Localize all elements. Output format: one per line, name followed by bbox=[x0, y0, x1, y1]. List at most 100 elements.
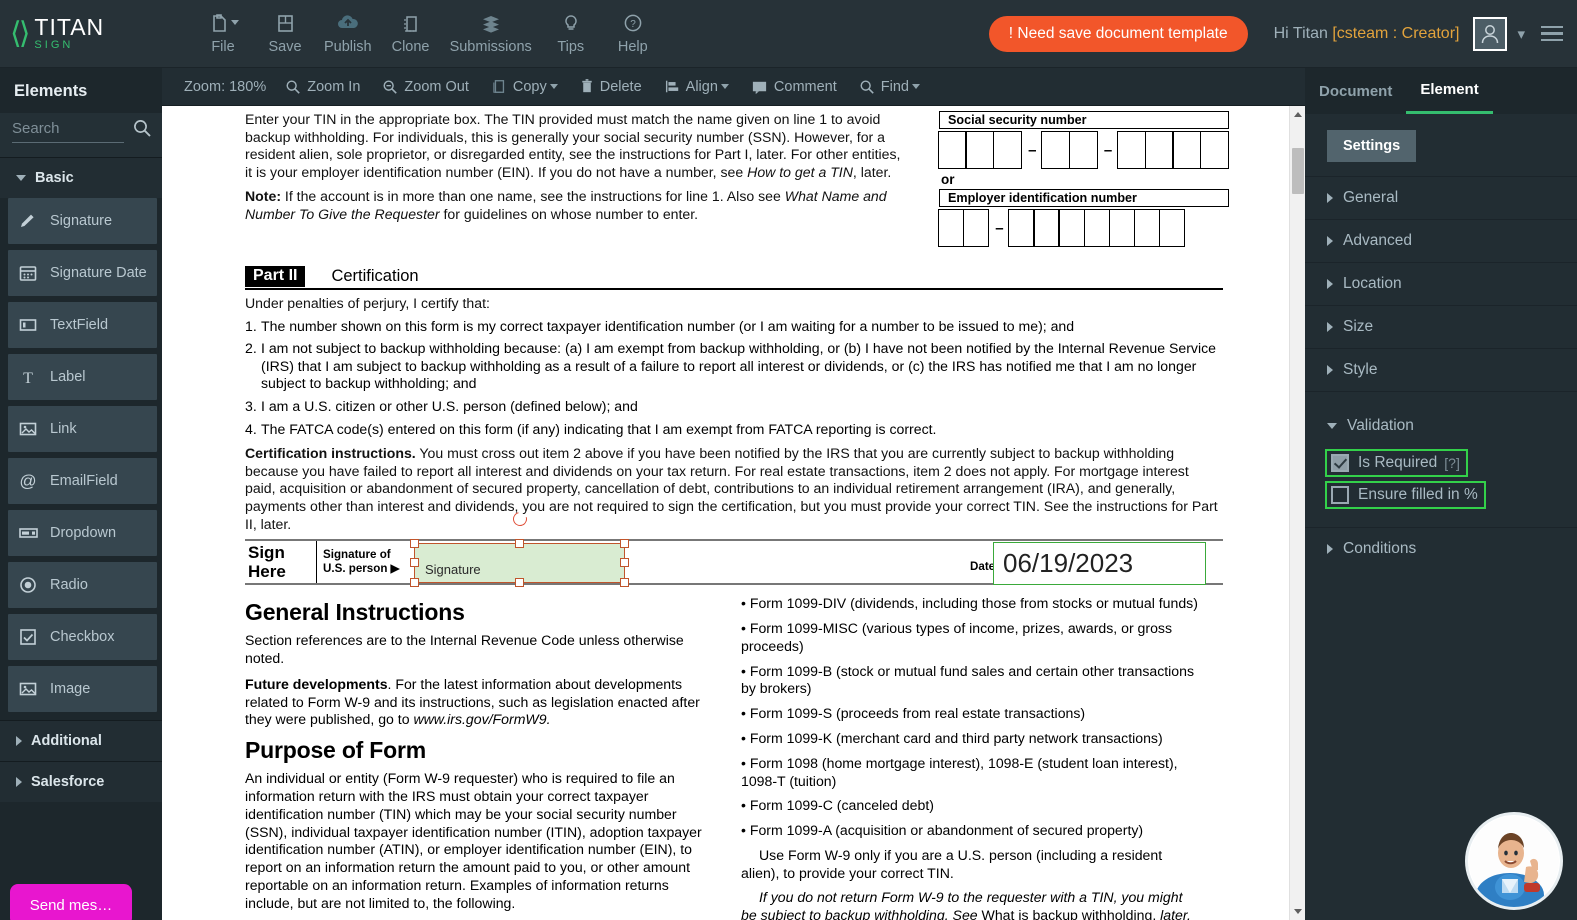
tin-note-paragraph: Note: If the account is in more than one… bbox=[245, 188, 905, 223]
resize-handle-middle-right[interactable] bbox=[620, 558, 629, 568]
nav-item-publish[interactable]: Publish bbox=[316, 8, 380, 55]
align-button[interactable]: Align bbox=[653, 78, 740, 95]
section-style[interactable]: Style bbox=[1305, 348, 1577, 391]
need-save-document-template-button[interactable]: ! Need save document template bbox=[988, 15, 1248, 52]
top-app-bar: ⟨⟩ TITAN SIGN File Save Publish Clone Su… bbox=[0, 0, 1577, 68]
nav-item-tips[interactable]: Tips bbox=[540, 8, 602, 55]
ein-cell[interactable] bbox=[1158, 209, 1186, 247]
scrollbar-thumb[interactable] bbox=[1292, 148, 1304, 194]
find-button[interactable]: Find bbox=[848, 79, 931, 95]
ssn-cell[interactable] bbox=[1172, 131, 1202, 169]
ssn-cell[interactable] bbox=[1199, 131, 1230, 169]
tab-element[interactable]: Element bbox=[1406, 68, 1493, 114]
panel-spacer bbox=[1305, 391, 1577, 405]
nav-item-save[interactable]: Save bbox=[254, 8, 316, 55]
signature-element-selected[interactable]: Signature bbox=[410, 509, 629, 588]
zoom-in-button[interactable]: Zoom In bbox=[274, 79, 371, 95]
is-required-row[interactable]: Is Required [?] bbox=[1325, 449, 1468, 477]
document-vertical-scrollbar[interactable] bbox=[1289, 106, 1305, 920]
ein-cell[interactable] bbox=[1083, 209, 1110, 247]
ssn-boxes[interactable]: – – bbox=[937, 131, 1230, 169]
ein-cell[interactable] bbox=[1108, 209, 1136, 247]
scroll-down-arrow-icon[interactable] bbox=[1294, 909, 1302, 914]
is-required-checkbox[interactable] bbox=[1331, 454, 1349, 472]
ssn-cell[interactable] bbox=[1116, 131, 1146, 169]
is-required-help-icon[interactable]: [?] bbox=[1444, 455, 1460, 471]
search-icon[interactable] bbox=[132, 118, 152, 143]
element-item-signature-date[interactable]: Signature Date bbox=[8, 250, 157, 296]
ensure-filled-row[interactable]: Ensure filled in % bbox=[1325, 481, 1486, 509]
scroll-up-arrow-icon[interactable] bbox=[1294, 112, 1302, 117]
ssn-cell[interactable] bbox=[1041, 131, 1071, 169]
avatar-chevron-down-icon[interactable]: ▾ bbox=[1517, 25, 1525, 43]
nav-item-clone[interactable]: Clone bbox=[380, 8, 442, 55]
resize-handle-bottom-center[interactable] bbox=[514, 578, 524, 588]
element-item-emailfield[interactable]: @ EmailField bbox=[8, 458, 157, 504]
sidebar-group-salesforce[interactable]: Salesforce bbox=[0, 761, 162, 802]
comment-button[interactable]: Comment bbox=[740, 79, 848, 95]
chevron-down-icon bbox=[1327, 423, 1337, 429]
section-location[interactable]: Location bbox=[1305, 262, 1577, 305]
resize-handle-bottom-right[interactable] bbox=[620, 578, 629, 588]
element-item-dropdown[interactable]: Dropdown bbox=[8, 510, 157, 556]
dropdown-icon bbox=[18, 523, 48, 543]
send-message-button[interactable]: Send mes… bbox=[10, 884, 132, 920]
zoom-out-button[interactable]: Zoom Out bbox=[371, 79, 479, 95]
resize-handle-top-right[interactable] bbox=[620, 539, 629, 549]
ssn-cell[interactable] bbox=[993, 131, 1023, 169]
ssn-cell[interactable] bbox=[1068, 131, 1098, 169]
section-conditions[interactable]: Conditions bbox=[1305, 527, 1577, 570]
toolbar-label: Copy bbox=[512, 78, 547, 95]
resize-handle-top-left[interactable] bbox=[410, 539, 419, 549]
nav-item-help[interactable]: ? Help bbox=[602, 8, 664, 55]
avatar[interactable] bbox=[1473, 16, 1508, 51]
ein-cell[interactable] bbox=[1133, 209, 1161, 247]
ein-boxes[interactable]: – bbox=[937, 209, 1229, 247]
resize-handle-middle-left[interactable] bbox=[410, 558, 419, 568]
element-label: Checkbox bbox=[50, 629, 115, 645]
section-advanced[interactable]: Advanced bbox=[1305, 219, 1577, 262]
element-label: EmailField bbox=[50, 473, 118, 489]
nav-item-submissions[interactable]: Submissions bbox=[442, 8, 540, 55]
ssn-cell[interactable] bbox=[937, 131, 967, 169]
document-canvas[interactable]: Enter your TIN in the appropriate box. T… bbox=[162, 106, 1305, 920]
resize-handle-top-center[interactable] bbox=[514, 539, 524, 549]
ein-cell[interactable] bbox=[1008, 209, 1035, 247]
section-general[interactable]: General bbox=[1305, 176, 1577, 219]
at-icon: @ bbox=[18, 471, 48, 491]
resize-handle-bottom-left[interactable] bbox=[410, 578, 419, 588]
chatbot-launcher[interactable] bbox=[1465, 812, 1563, 910]
section-size[interactable]: Size bbox=[1305, 305, 1577, 348]
sidebar-group-additional[interactable]: Additional bbox=[0, 720, 162, 761]
element-item-checkbox[interactable]: Checkbox bbox=[8, 614, 157, 660]
ssn-cell[interactable] bbox=[1144, 131, 1174, 169]
ein-cell[interactable] bbox=[1033, 209, 1060, 247]
ein-cell[interactable] bbox=[1058, 209, 1085, 247]
sidebar-group-basic[interactable]: Basic bbox=[0, 157, 162, 198]
ein-cell[interactable] bbox=[962, 209, 990, 247]
submissions-layers-icon bbox=[479, 8, 503, 38]
delete-button[interactable]: Delete bbox=[569, 78, 653, 95]
tab-document[interactable]: Document bbox=[1305, 68, 1406, 114]
signature-date-element[interactable]: 06/19/2023 bbox=[993, 542, 1206, 586]
ein-cell[interactable] bbox=[937, 209, 965, 247]
backup-withholding-end: later. bbox=[1156, 907, 1191, 920]
copy-button[interactable]: Copy bbox=[480, 78, 569, 95]
nav-label: Save bbox=[268, 38, 302, 55]
titan-sign-logo[interactable]: ⟨⟩ TITAN SIGN bbox=[0, 16, 160, 51]
toolbar-label: Find bbox=[880, 78, 909, 95]
ensure-filled-checkbox[interactable] bbox=[1331, 486, 1349, 504]
search-input[interactable] bbox=[12, 117, 124, 143]
element-item-radio[interactable]: Radio bbox=[8, 562, 157, 608]
element-item-label[interactable]: T Label bbox=[8, 354, 157, 400]
element-item-link[interactable]: Link bbox=[8, 406, 157, 452]
group-label: Basic bbox=[35, 170, 74, 186]
settings-button[interactable]: Settings bbox=[1327, 130, 1417, 162]
hamburger-menu-icon[interactable] bbox=[1541, 22, 1563, 46]
ssn-cell[interactable] bbox=[965, 131, 995, 169]
element-item-textfield[interactable]: TextField bbox=[8, 302, 157, 348]
section-validation[interactable]: Validation bbox=[1305, 405, 1577, 447]
element-item-image[interactable]: Image bbox=[8, 666, 157, 712]
element-item-signature[interactable]: Signature bbox=[8, 198, 157, 244]
nav-item-file[interactable]: File bbox=[192, 8, 254, 55]
